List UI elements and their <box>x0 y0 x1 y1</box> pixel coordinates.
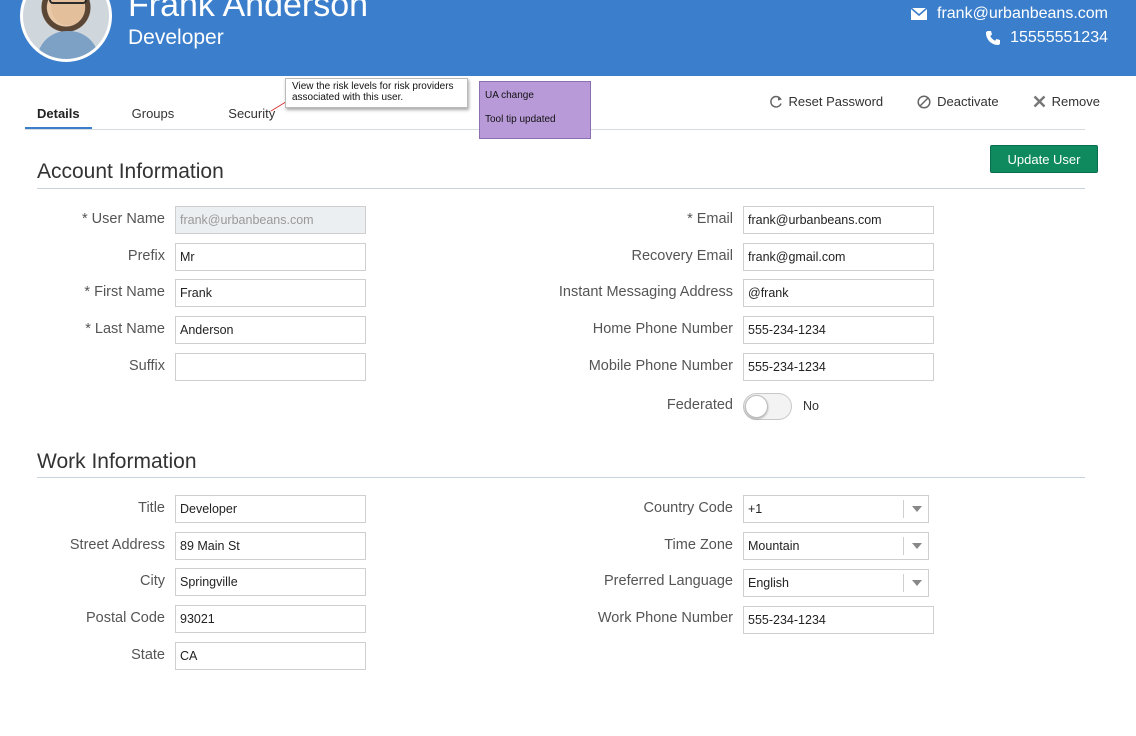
im-address-label: Instant Messaging Address <box>558 284 733 300</box>
time-zone-select[interactable]: Mountain <box>743 532 929 560</box>
work-info-divider <box>37 477 1085 478</box>
recovery-email-field[interactable]: frank@gmail.com <box>743 243 934 271</box>
reset-password-label: Reset Password <box>788 94 884 109</box>
preferred-language-value: English <box>748 576 789 590</box>
profile-header: Frank Anderson Developer frank@urbanbean… <box>0 0 1136 76</box>
first-name-field[interactable]: Frank <box>175 279 366 307</box>
header-email[interactable]: frank@urbanbeans.com <box>911 5 1108 23</box>
street-address-label: Street Address <box>69 537 165 553</box>
preferred-language-select[interactable]: English <box>743 569 929 597</box>
header-email-text: frank@urbanbeans.com <box>937 5 1108 22</box>
federated-toggle-knob <box>745 395 768 418</box>
email-field[interactable]: frank@urbanbeans.com <box>743 206 934 234</box>
country-code-select[interactable]: +1 <box>743 495 929 523</box>
phone-icon <box>986 31 1001 45</box>
avatar <box>20 0 112 62</box>
state-label: State <box>131 647 165 663</box>
chevron-down-icon[interactable] <box>903 537 928 555</box>
suffix-field[interactable] <box>175 353 366 381</box>
user-name-field: frank@urbanbeans.com <box>175 206 366 234</box>
work-info-title: Work Information <box>37 450 197 473</box>
recovery-email-label: Recovery Email <box>631 248 733 264</box>
im-address-field[interactable]: @frank <box>743 279 934 307</box>
email-label: * Email <box>687 211 733 227</box>
home-phone-label: Home Phone Number <box>592 321 733 337</box>
country-code-label: Country Code <box>643 500 733 516</box>
avatar-shirt <box>37 31 99 59</box>
tab-groups[interactable]: Groups <box>120 100 187 130</box>
remove-label: Remove <box>1051 94 1100 109</box>
city-label: City <box>140 573 165 589</box>
account-info-title: Account Information <box>37 160 224 183</box>
mobile-phone-label: Mobile Phone Number <box>588 358 733 374</box>
mobile-phone-field[interactable]: 555-234-1234 <box>743 353 934 381</box>
refresh-icon <box>769 95 782 108</box>
home-phone-field[interactable]: 555-234-1234 <box>743 316 934 344</box>
update-user-button[interactable]: Update User <box>990 145 1098 173</box>
deactivate-label: Deactivate <box>937 94 999 109</box>
last-name-label: * Last Name <box>85 321 165 337</box>
title-label: Title <box>138 500 165 516</box>
prefix-label: Prefix <box>127 248 165 264</box>
user-name-label: * User Name <box>82 211 165 227</box>
time-zone-value: Mountain <box>748 539 800 553</box>
postal-code-field[interactable]: 93021 <box>175 605 366 633</box>
first-name-label: * First Name <box>84 284 165 300</box>
user-role: Developer <box>128 26 224 49</box>
city-field[interactable]: Springville <box>175 568 366 596</box>
last-name-field[interactable]: Anderson <box>175 316 366 344</box>
street-address-field[interactable]: 89 Main St <box>175 532 366 560</box>
annotation-note: UA change Tool tip updated <box>479 81 591 139</box>
block-icon <box>917 94 931 109</box>
account-info-divider <box>37 188 1085 189</box>
deactivate-button[interactable]: Deactivate <box>917 94 999 109</box>
user-actions: Reset Password Deactivate Remove <box>769 94 1100 109</box>
title-field[interactable]: Developer <box>175 495 366 523</box>
annotation-line-2: Tool tip updated <box>485 114 556 125</box>
federated-toggle[interactable] <box>743 393 792 420</box>
reset-password-button[interactable]: Reset Password <box>769 94 884 109</box>
federated-label: Federated <box>666 397 733 413</box>
state-field[interactable]: CA <box>175 642 366 670</box>
time-zone-label: Time Zone <box>664 537 733 553</box>
tab-bar: Details Groups Security <box>25 100 287 130</box>
envelope-icon <box>911 8 927 20</box>
user-full-name: Frank Anderson <box>128 0 369 24</box>
tab-details[interactable]: Details <box>25 100 92 130</box>
country-code-value: +1 <box>748 502 763 516</box>
chevron-down-icon[interactable] <box>903 500 928 518</box>
avatar-glasses <box>49 0 87 4</box>
postal-code-label: Postal Code <box>86 610 165 626</box>
x-icon <box>1033 95 1045 108</box>
header-phone-text: 15555551234 <box>1010 29 1108 46</box>
remove-button[interactable]: Remove <box>1033 94 1100 109</box>
work-phone-label: Work Phone Number <box>597 610 733 626</box>
work-phone-field[interactable]: 555-234-1234 <box>743 606 934 634</box>
suffix-label: Suffix <box>128 358 165 374</box>
prefix-field[interactable]: Mr <box>175 243 366 271</box>
security-tooltip: View the risk levels for risk providers … <box>285 78 468 108</box>
preferred-language-label: Preferred Language <box>604 573 733 589</box>
annotation-line-1: UA change <box>485 90 534 101</box>
chevron-down-icon[interactable] <box>903 574 928 592</box>
federated-state: No <box>803 399 819 413</box>
header-phone[interactable]: 15555551234 <box>986 29 1108 47</box>
